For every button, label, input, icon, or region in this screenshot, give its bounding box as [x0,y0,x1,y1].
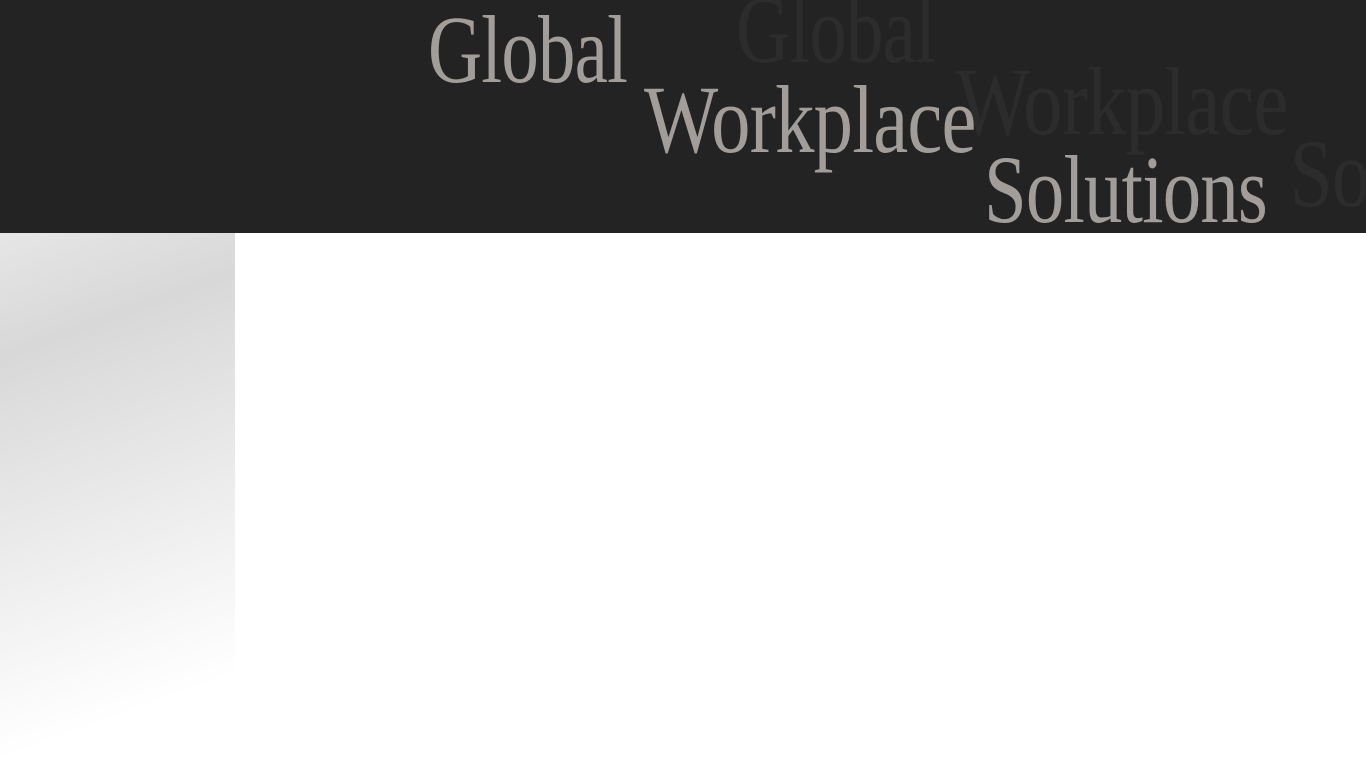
page: Global Workplace Solutions Global Workpl… [0,0,1366,768]
header-word-workplace: Workplace [644,66,976,173]
side-panel [0,233,235,768]
header-banner: Global Workplace Solutions Global Workpl… [0,0,1366,233]
header-word-solutions: Solutions [984,136,1268,234]
header-echo-word-solutions: Solutions [1290,120,1366,227]
main-content-area [235,233,1366,768]
header-word-global: Global [428,0,628,103]
